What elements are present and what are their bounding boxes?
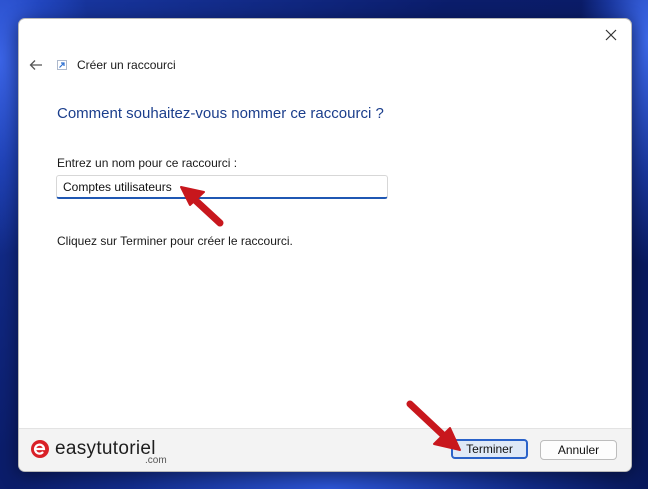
back-button[interactable]: [25, 55, 47, 75]
shortcut-name-input[interactable]: [56, 175, 388, 199]
finish-button[interactable]: Terminer: [451, 439, 528, 459]
close-button[interactable]: [597, 23, 625, 47]
easytutoriel-logo: easytutoriel .com: [29, 432, 167, 468]
cancel-button[interactable]: Annuler: [540, 440, 617, 460]
shortcut-arrow-icon: [55, 58, 69, 72]
logo-text: easytutoriel: [55, 438, 156, 459]
create-shortcut-dialog: Créer un raccourci Comment souhaitez-vou…: [18, 18, 632, 472]
logo-suffix: .com: [145, 455, 167, 466]
dialog-footer: easytutoriel .com Terminer Annuler: [19, 428, 631, 471]
instruction-text: Cliquez sur Terminer pour créer le racco…: [57, 234, 293, 248]
dialog-header: Créer un raccourci: [25, 55, 176, 75]
back-arrow-icon: [29, 60, 42, 70]
close-icon: [605, 29, 617, 41]
logo-mark-icon: [31, 440, 49, 458]
dialog-title: Créer un raccourci: [77, 58, 176, 72]
shortcut-name-label: Entrez un nom pour ce raccourci :: [57, 156, 238, 170]
page-heading: Comment souhaitez-vous nommer ce raccour…: [57, 105, 384, 122]
